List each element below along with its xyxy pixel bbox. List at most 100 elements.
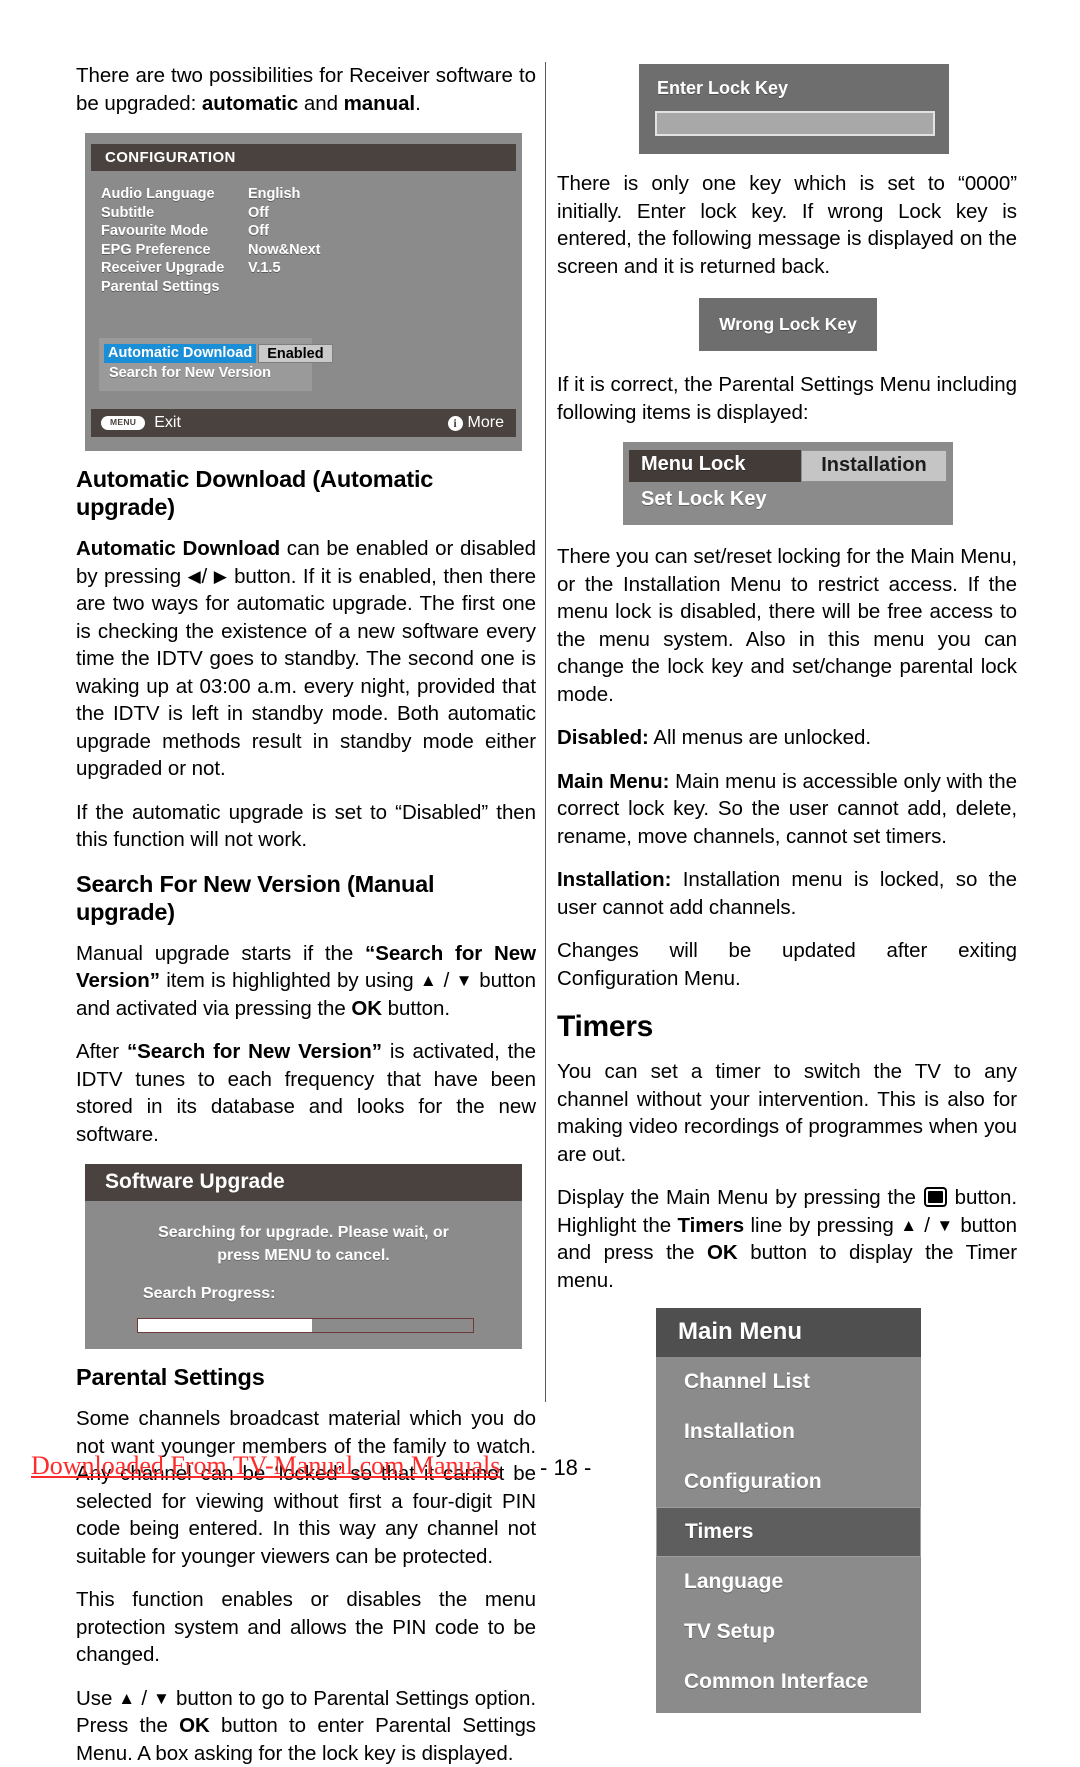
config-row-label: Parental Settings	[101, 278, 248, 297]
intro-text-2: and	[298, 92, 343, 115]
config-row[interactable]: Audio LanguageEnglish	[101, 185, 522, 204]
config-row[interactable]: Favourite ModeOff	[101, 222, 522, 241]
down-arrow-icon: ▼	[456, 971, 473, 990]
search-progress-label: Search Progress:	[85, 1267, 522, 1303]
config-row-value: English	[248, 185, 300, 204]
auto-text-2: button. If it is enabled, then there are…	[76, 565, 536, 781]
intro-bold-automatic: automatic	[202, 92, 298, 115]
menu-lock-label: Menu Lock	[629, 450, 801, 482]
after-text-1: After	[76, 1040, 127, 1063]
left-column: There are two possibilities for Receiver…	[76, 62, 536, 1767]
config-row-label: Receiver Upgrade	[101, 259, 248, 278]
main-menu-item-installation[interactable]: Installation	[656, 1407, 921, 1457]
main-menu-item-tv-setup[interactable]: TV Setup	[656, 1607, 921, 1657]
set-lock-key-item[interactable]: Set Lock Key	[629, 482, 947, 511]
left-arrow-icon: ◀	[188, 567, 202, 586]
search-progress-bar	[137, 1318, 474, 1333]
search-text-1: Manual upgrade starts if the	[76, 942, 365, 965]
config-row[interactable]: Parental Settings	[101, 278, 522, 297]
config-row-label: Audio Language	[101, 185, 248, 204]
paragraph-disabled: Disabled: All menus are unlocked.	[557, 724, 1017, 752]
bold-search-for-new-version-2: “Search for New Version”	[127, 1040, 382, 1063]
more-hint[interactable]: i More	[448, 414, 504, 432]
info-icon: i	[448, 416, 463, 431]
config-row-label: EPG Preference	[101, 241, 248, 260]
paragraph-after-search: After “Search for New Version” is activa…	[76, 1038, 536, 1148]
menu-lock-value[interactable]: Installation	[801, 450, 947, 482]
paragraph-automatic-download: Automatic Download can be enabled or dis…	[76, 535, 536, 783]
down-arrow-icon: ▼	[936, 1216, 954, 1235]
up-arrow-icon: ▲	[420, 971, 437, 990]
automatic-download-label: Automatic Download	[104, 344, 256, 363]
heading-automatic-download: Automatic Download (Automatic upgrade)	[76, 465, 536, 521]
main-menu-item-configuration[interactable]: Configuration	[656, 1457, 921, 1507]
configuration-osd-screenshot: CONFIGURATION Audio LanguageEnglish Subt…	[85, 133, 522, 451]
menu-lock-osd-screenshot: Menu Lock Installation Set Lock Key	[623, 442, 953, 525]
heading-parental-settings: Parental Settings	[76, 1363, 536, 1391]
bold-installation: Installation:	[557, 868, 671, 891]
right-column: Enter Lock Key There is only one key whi…	[557, 62, 1017, 1713]
bold-ok: OK	[351, 997, 382, 1020]
column-divider	[545, 62, 546, 1402]
bold-ok-timers: OK	[707, 1241, 738, 1264]
parental-text-1: Use	[76, 1687, 118, 1710]
disabled-text: All menus are unlocked.	[649, 726, 871, 749]
receiver-upgrade-subpanel: Automatic Download Enabled Search for Ne…	[99, 338, 312, 391]
paragraph-disabled-note: If the automatic upgrade is set to “Disa…	[76, 799, 536, 854]
menu-screen-button-icon	[924, 1187, 947, 1207]
main-menu-item-channel-list[interactable]: Channel List	[656, 1357, 921, 1407]
intro-text-3: .	[415, 92, 421, 115]
timers-text-1: Display the Main Menu by pressing the	[557, 1186, 923, 1209]
main-menu-title: Main Menu	[656, 1308, 921, 1357]
paragraph-installation-lock: Installation: Installation menu is locke…	[557, 866, 1017, 921]
config-row-value: V.1.5	[248, 259, 281, 278]
paragraph-timers-1: You can set a timer to switch the TV to …	[557, 1058, 1017, 1168]
main-menu-item-timers[interactable]: Timers	[656, 1507, 921, 1557]
configuration-osd-footer: MENU Exit i More	[91, 409, 516, 437]
search-text-4: button.	[382, 997, 450, 1020]
main-menu-item-common-interface[interactable]: Common Interface	[656, 1657, 921, 1707]
lock-key-input[interactable]	[655, 111, 935, 136]
bold-disabled: Disabled:	[557, 726, 649, 749]
timers-text-3: line by pressing	[744, 1214, 900, 1237]
search-for-new-version-item[interactable]: Search for New Version	[104, 363, 307, 381]
manual-page: There are two possibilities for Receiver…	[0, 0, 1080, 1526]
main-menu-osd-screenshot: Main Menu Channel List Installation Conf…	[656, 1308, 921, 1713]
config-row[interactable]: Receiver UpgradeV.1.5	[101, 259, 522, 278]
more-label: More	[468, 414, 504, 432]
paragraph-lock-key-2: If it is correct, the Parental Settings …	[557, 371, 1017, 426]
automatic-download-value[interactable]: Enabled	[258, 344, 332, 363]
up-arrow-icon: ▲	[118, 1689, 135, 1708]
search-text-2: item is highlighted by using	[160, 969, 420, 992]
configuration-osd-title: CONFIGURATION	[91, 144, 516, 171]
config-row-label: Favourite Mode	[101, 222, 248, 241]
main-menu-item-language[interactable]: Language	[656, 1557, 921, 1607]
downloaded-from-link[interactable]: Downloaded From TV-Manual.com Manuals	[31, 1451, 500, 1481]
paragraph-parental-2: This function enables or disables the me…	[76, 1586, 536, 1669]
bold-timers: Timers	[678, 1214, 745, 1237]
software-upgrade-title: Software Upgrade	[85, 1164, 522, 1201]
software-upgrade-osd-screenshot: Software Upgrade Searching for upgrade. …	[85, 1164, 522, 1349]
right-arrow-icon: ▶	[214, 567, 228, 586]
heading-timers: Timers	[557, 1010, 1017, 1044]
bold-main-menu: Main Menu:	[557, 770, 669, 793]
bold-ok-parental: OK	[179, 1714, 210, 1737]
heading-search-new-version: Search For New Version (Manual upgrade)	[76, 870, 536, 926]
enter-lock-key-osd-screenshot: Enter Lock Key	[639, 64, 949, 154]
config-row[interactable]: EPG PreferenceNow&Next	[101, 241, 522, 260]
bold-automatic-download: Automatic Download	[76, 537, 280, 560]
menu-button-icon: MENU	[101, 416, 145, 430]
paragraph-changes: Changes will be updated after exiting Co…	[557, 937, 1017, 992]
enter-lock-key-title: Enter Lock Key	[639, 78, 949, 99]
config-row[interactable]: SubtitleOff	[101, 204, 522, 223]
configuration-osd-rows: Audio LanguageEnglish SubtitleOff Favour…	[101, 185, 522, 296]
config-row-value: Off	[248, 222, 269, 241]
config-row-value: Off	[248, 204, 269, 223]
intro-bold-manual: manual	[344, 92, 415, 115]
exit-hint[interactable]: MENU Exit	[101, 414, 181, 432]
automatic-download-row[interactable]: Automatic Download Enabled	[104, 344, 307, 363]
search-progress-fill	[138, 1319, 312, 1332]
menu-lock-row[interactable]: Menu Lock Installation	[629, 450, 947, 482]
intro-paragraph: There are two possibilities for Receiver…	[76, 62, 536, 117]
paragraph-main-menu-lock: Main Menu: Main menu is accessible only …	[557, 768, 1017, 851]
